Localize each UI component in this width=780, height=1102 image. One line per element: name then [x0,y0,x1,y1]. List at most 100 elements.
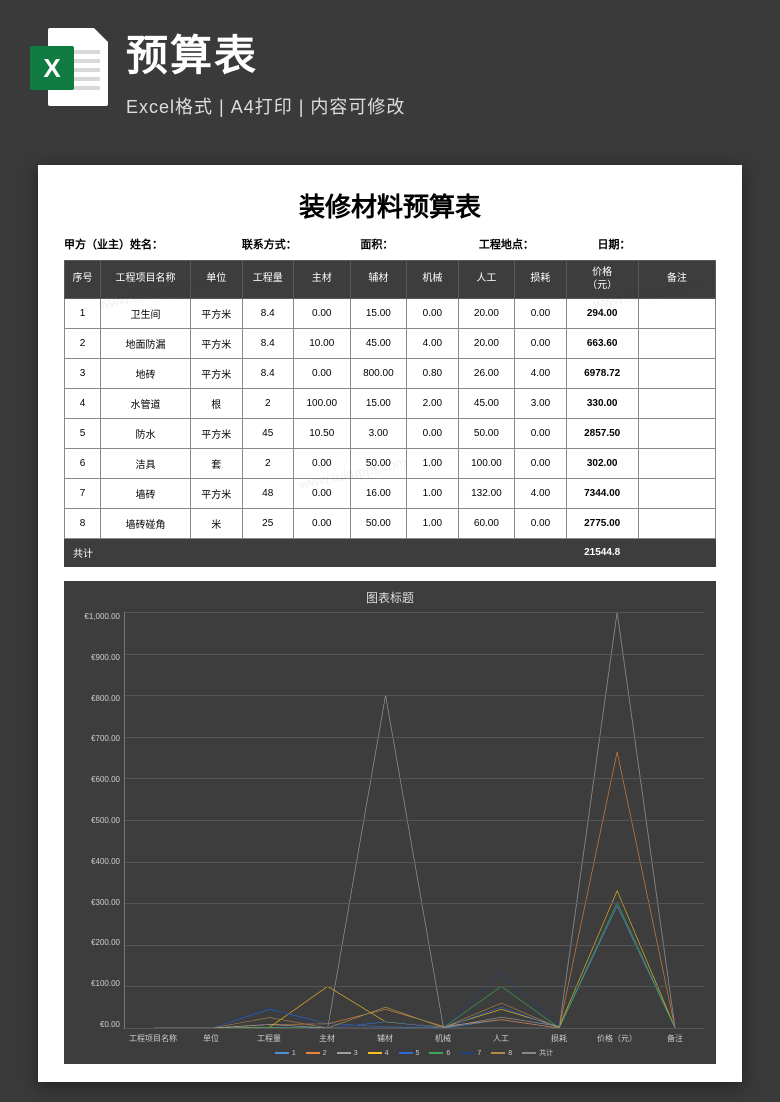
gridline [125,862,704,863]
table-row: 3地砖平方米8.40.00800.000.8026.004.006978.72 [65,359,716,389]
col-header: 人工 [458,261,515,299]
gridline [125,986,704,987]
series-line [154,906,675,1028]
cell-name: 地砖 [101,359,191,389]
cell-no: 5 [65,419,101,449]
table-row: 5防水平方米4510.503.000.0050.000.002857.50 [65,419,716,449]
cell-ren: 45.00 [458,389,515,419]
document-title: 装修材料预算表 [64,187,716,224]
chart-title: 图表标题 [76,589,704,606]
cell-ji: 0.80 [407,359,458,389]
chart-y-axis: €1,000.00€900.00€800.00€700.00€600.00€50… [76,612,124,1029]
cell-zhu: 0.00 [293,299,350,329]
cell-fu: 50.00 [350,449,407,479]
cell-fu: 45.00 [350,329,407,359]
cell-sun: 0.00 [515,329,566,359]
table-row: 8墙砖碰角米250.0050.001.0060.000.002775.00 [65,509,716,539]
chart-plot-area [124,612,704,1029]
gridline [125,778,704,779]
legend-swatch [460,1052,474,1054]
table-row: 7墙砖平方米480.0016.001.00132.004.007344.00 [65,479,716,509]
cell-name: 水管道 [101,389,191,419]
cell-ren: 20.00 [458,329,515,359]
meta-date: 日期： [597,236,716,252]
col-header: 损耗 [515,261,566,299]
legend-label: 7 [477,1050,481,1057]
cell-qty: 45 [242,419,293,449]
cell-no: 3 [65,359,101,389]
cell-note [638,509,715,539]
cell-price: 302.00 [566,449,638,479]
table-row: 4水管道根2100.0015.002.0045.003.00330.00 [65,389,716,419]
cell-fu: 50.00 [350,509,407,539]
cell-fu: 800.00 [350,359,407,389]
cell-no: 7 [65,479,101,509]
cell-sun: 0.00 [515,509,566,539]
cell-name: 卫生间 [101,299,191,329]
x-tick: 工程量 [240,1033,298,1044]
meta-contact: 联系方式： [242,236,361,252]
cell-zhu: 10.50 [293,419,350,449]
col-header: 工程量 [242,261,293,299]
col-header: 机械 [407,261,458,299]
y-tick: €500.00 [76,816,120,825]
y-tick: €300.00 [76,898,120,907]
meta-location: 工程地点： [479,236,598,252]
excel-badge: X [30,46,74,90]
legend-swatch [337,1052,351,1054]
col-header: 主材 [293,261,350,299]
cell-unit: 平方米 [191,479,242,509]
cell-zhu: 0.00 [293,509,350,539]
x-tick: 单位 [182,1033,240,1044]
cell-no: 4 [65,389,101,419]
cell-note [638,299,715,329]
legend-label: 共计 [539,1048,553,1058]
cell-zhu: 100.00 [293,389,350,419]
y-tick: €700.00 [76,734,120,743]
series-line [154,902,675,1028]
template-subtitle: Excel格式 | A4打印 | 内容可修改 [126,93,405,119]
cell-zhu: 0.00 [293,449,350,479]
cell-qty: 8.4 [242,359,293,389]
col-header: 价格（元） [566,261,638,299]
legend-label: 2 [323,1050,327,1057]
legend-label: 3 [354,1050,358,1057]
chart-legend: 12345678共计 [124,1044,704,1058]
cell-sun: 0.00 [515,299,566,329]
cell-ren: 60.00 [458,509,515,539]
cell-ji: 0.00 [407,299,458,329]
col-header: 备注 [638,261,715,299]
cell-qty: 25 [242,509,293,539]
gridline [125,612,704,613]
cell-note [638,359,715,389]
legend-swatch [306,1052,320,1054]
cell-unit: 套 [191,449,242,479]
x-tick: 机械 [414,1033,472,1044]
cell-qty: 2 [242,449,293,479]
cell-no: 2 [65,329,101,359]
cell-ren: 50.00 [458,419,515,449]
legend-label: 6 [446,1050,450,1057]
legend-item: 3 [337,1048,358,1058]
legend-swatch [275,1052,289,1054]
cell-ren: 20.00 [458,299,515,329]
y-tick: €200.00 [76,938,120,947]
cell-qty: 2 [242,389,293,419]
gridline [125,737,704,738]
cell-ji: 4.00 [407,329,458,359]
cell-qty: 8.4 [242,329,293,359]
gridline [125,654,704,655]
col-header: 单位 [191,261,242,299]
cell-ji: 2.00 [407,389,458,419]
total-value: 21544.8 [566,539,638,567]
cell-sun: 0.00 [515,449,566,479]
y-tick: €1,000.00 [76,612,120,621]
y-tick: €400.00 [76,857,120,866]
cell-note [638,389,715,419]
cell-price: 7344.00 [566,479,638,509]
x-tick: 主材 [298,1033,356,1044]
cell-ji: 1.00 [407,449,458,479]
legend-item: 6 [429,1048,450,1058]
cell-unit: 平方米 [191,329,242,359]
meta-area: 面积： [360,236,479,252]
